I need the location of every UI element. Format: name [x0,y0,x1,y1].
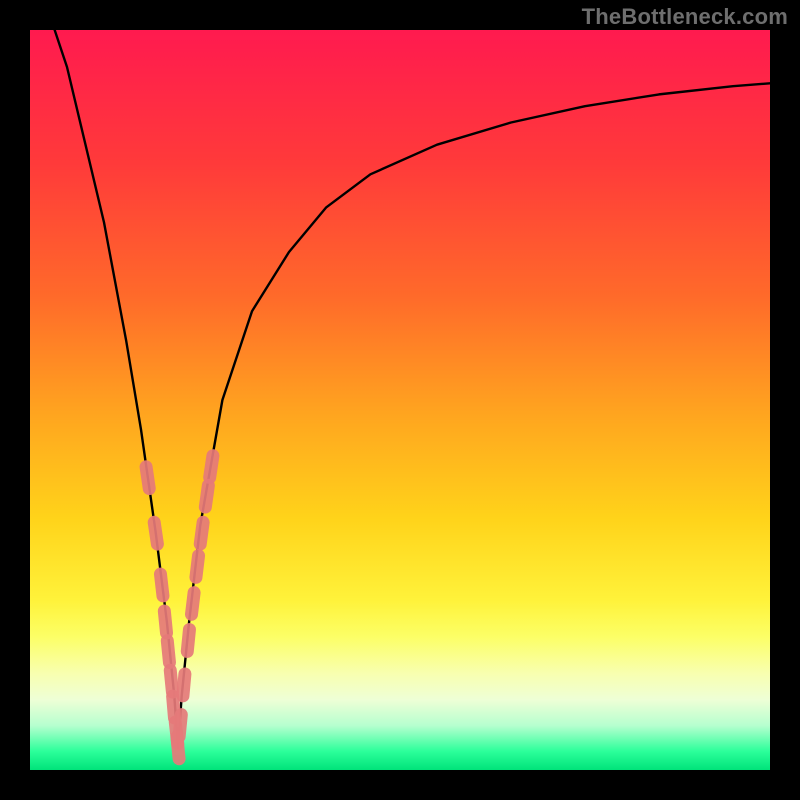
chart-frame: TheBottleneck.com [0,0,800,800]
watermark-text: TheBottleneck.com [582,4,788,30]
plot-area [30,30,770,770]
bottleneck-curve [30,30,770,770]
